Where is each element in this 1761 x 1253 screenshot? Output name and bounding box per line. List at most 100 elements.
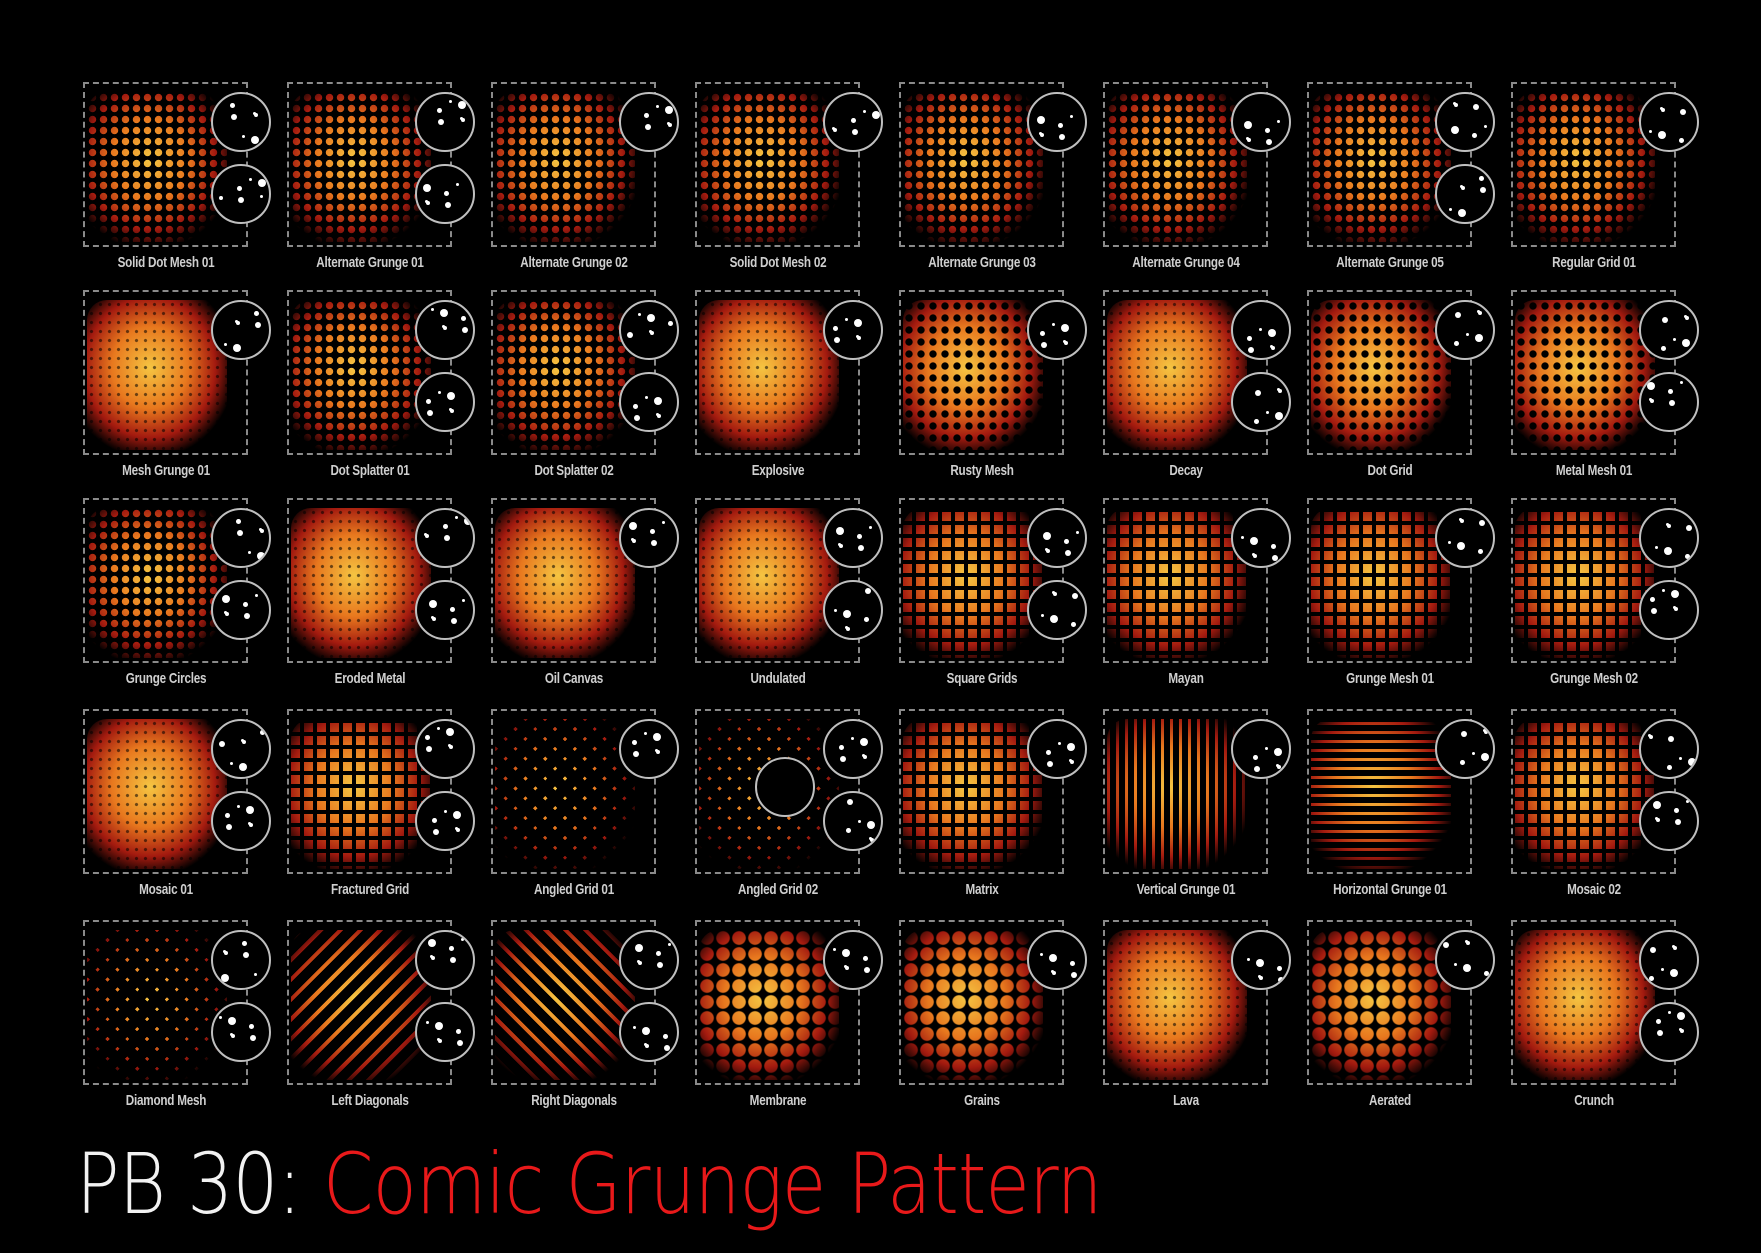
pattern-label: Angled Grid 01 xyxy=(534,881,614,898)
brush-preview-icon xyxy=(1231,508,1291,568)
pattern-tile: Square Grids xyxy=(899,498,1087,702)
pattern-label: Diamond Mesh xyxy=(125,1092,207,1109)
brush-preview-icon xyxy=(415,92,475,152)
pattern-tile: Rusty Mesh xyxy=(899,290,1087,494)
brush-preview-icon xyxy=(211,300,271,360)
pattern-label: Undulated xyxy=(750,670,806,687)
pattern-tile: Alternate Grunge 03 xyxy=(899,82,1087,286)
brush-preview-icon xyxy=(823,580,883,640)
pattern-tile: Dot Grid xyxy=(1307,290,1495,494)
pattern-swatch xyxy=(1515,508,1655,658)
brush-preview-icon xyxy=(415,1002,475,1062)
pattern-label: Solid Dot Mesh 02 xyxy=(729,254,827,271)
brush-preview-icon xyxy=(1027,92,1087,152)
pattern-swatch xyxy=(1311,300,1451,450)
pattern-swatch xyxy=(903,719,1043,869)
brush-preview-icon xyxy=(1027,719,1087,779)
pattern-swatch xyxy=(1515,930,1655,1080)
pattern-label: Oil Canvas xyxy=(544,670,604,687)
pattern-swatch xyxy=(903,300,1043,450)
pattern-swatch xyxy=(87,300,227,450)
pattern-label: Left Diagonals xyxy=(331,1092,409,1109)
pattern-label: Alternate Grunge 05 xyxy=(1336,254,1444,271)
pattern-swatch xyxy=(495,930,635,1080)
pattern-label: Grunge Mesh 02 xyxy=(1550,670,1638,687)
brush-preview-icon xyxy=(1435,508,1495,568)
pattern-tile: Explosive xyxy=(695,290,883,494)
pattern-tile: Horizontal Grunge 01 xyxy=(1307,709,1495,913)
pattern-swatch xyxy=(87,719,227,869)
pattern-tile: Solid Dot Mesh 01 xyxy=(83,82,271,286)
pattern-label: Alternate Grunge 01 xyxy=(316,254,424,271)
brush-preview-icon xyxy=(1639,580,1699,640)
pattern-swatch xyxy=(1311,92,1451,242)
pattern-label: Solid Dot Mesh 01 xyxy=(117,254,215,271)
pattern-tile: Eroded Metal xyxy=(287,498,475,702)
pattern-label: Grains xyxy=(964,1092,1000,1109)
pattern-label: Alternate Grunge 03 xyxy=(928,254,1036,271)
pattern-label: Dot Splatter 01 xyxy=(330,462,410,479)
pattern-swatch xyxy=(1515,92,1655,242)
pattern-swatch xyxy=(495,719,635,869)
pattern-tile: Fractured Grid xyxy=(287,709,475,913)
brush-preview-icon xyxy=(619,372,679,432)
pattern-tile: Vertical Grunge 01 xyxy=(1103,709,1291,913)
brush-preview-icon xyxy=(211,508,271,568)
pattern-swatch xyxy=(1107,508,1247,658)
brush-preview-icon xyxy=(823,791,883,851)
pattern-swatch xyxy=(291,508,431,658)
pattern-tile: Dot Splatter 01 xyxy=(287,290,475,494)
pattern-label: Alternate Grunge 02 xyxy=(520,254,628,271)
brush-preview-icon xyxy=(415,164,475,224)
brush-preview-icon xyxy=(619,1002,679,1062)
pattern-swatch xyxy=(699,300,839,450)
pattern-tile: Mesh Grunge 01 xyxy=(83,290,271,494)
brush-preview-icon xyxy=(1639,791,1699,851)
pattern-label: Lava xyxy=(1173,1092,1199,1109)
brush-preview-icon xyxy=(1639,372,1699,432)
pattern-swatch xyxy=(87,508,227,658)
pattern-tile: Angled Grid 01 xyxy=(491,709,679,913)
pattern-tile: Right Diagonals xyxy=(491,920,679,1124)
brush-preview-icon xyxy=(1027,930,1087,990)
pattern-swatch xyxy=(1515,719,1655,869)
brush-preview-icon xyxy=(1231,930,1291,990)
brush-preview-icon xyxy=(211,164,271,224)
brush-preview-icon xyxy=(1027,508,1087,568)
pattern-swatch xyxy=(495,300,635,450)
pattern-label: Right Diagonals xyxy=(531,1092,617,1109)
pattern-label: Fractured Grid xyxy=(331,881,409,898)
pattern-tile: Grunge Circles xyxy=(83,498,271,702)
pattern-tile: Matrix xyxy=(899,709,1087,913)
brush-preview-icon xyxy=(415,930,475,990)
brush-preview-icon xyxy=(415,508,475,568)
pattern-swatch xyxy=(903,508,1043,658)
pattern-tile: Mosaic 02 xyxy=(1511,709,1699,913)
brush-preview-icon xyxy=(1435,930,1495,990)
brush-preview-icon xyxy=(415,580,475,640)
pattern-swatch xyxy=(699,508,839,658)
brush-preview-icon xyxy=(619,719,679,779)
pattern-tile: Oil Canvas xyxy=(491,498,679,702)
brush-preview-icon xyxy=(1435,300,1495,360)
pattern-tile: Mayan xyxy=(1103,498,1291,702)
pattern-tile: Left Diagonals xyxy=(287,920,475,1124)
pattern-swatch xyxy=(903,930,1043,1080)
pattern-swatch xyxy=(495,92,635,242)
brush-preview-icon xyxy=(1027,300,1087,360)
pattern-swatch xyxy=(1107,92,1247,242)
brush-preview-icon xyxy=(1639,719,1699,779)
pattern-tile: Dot Splatter 02 xyxy=(491,290,679,494)
brush-preview-icon xyxy=(211,1002,271,1062)
pattern-tile: Lava xyxy=(1103,920,1291,1124)
pattern-label: Eroded Metal xyxy=(334,670,406,687)
brush-preview-icon xyxy=(211,580,271,640)
pattern-label: Explosive xyxy=(751,462,805,479)
pattern-label: Mosaic 01 xyxy=(139,881,193,898)
brush-preview-icon xyxy=(1231,719,1291,779)
pattern-swatch xyxy=(291,92,431,242)
pattern-swatch xyxy=(1107,930,1247,1080)
pattern-tile: Regular Grid 01 xyxy=(1511,82,1699,286)
pattern-label: Matrix xyxy=(965,881,999,898)
pattern-label: Vertical Grunge 01 xyxy=(1136,881,1236,898)
